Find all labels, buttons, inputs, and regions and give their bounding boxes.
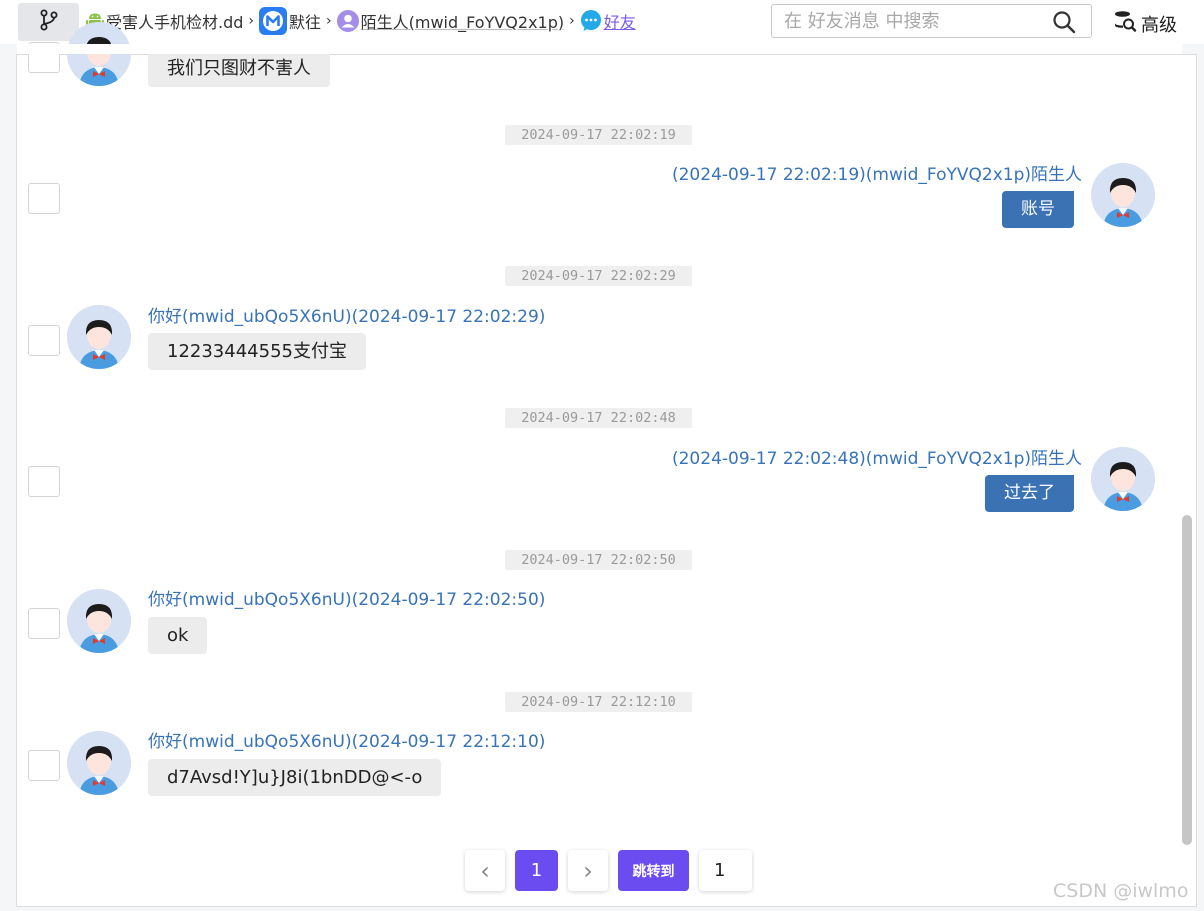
message-timestamp: 2024-09-17 22:02:19 bbox=[505, 125, 692, 145]
panel-top-mask bbox=[17, 44, 1182, 54]
breadcrumb-app[interactable]: 默往 bbox=[259, 7, 321, 35]
breadcrumb: 受害人手机检材.dd › 默往 › 陌生人(mwid_FoYVQ2x1p) › … bbox=[86, 6, 636, 36]
jump-to-page-button[interactable]: 跳转到 bbox=[618, 850, 689, 891]
search-input[interactable] bbox=[784, 9, 1044, 33]
chevron-right-icon: › bbox=[326, 13, 332, 29]
next-page-button[interactable]: › bbox=[568, 850, 608, 891]
advanced-label: 高级 bbox=[1141, 14, 1177, 36]
branch-button[interactable] bbox=[18, 3, 79, 41]
message-timestamp: 2024-09-17 22:02:29 bbox=[505, 266, 692, 286]
chevron-right-icon: › bbox=[569, 13, 575, 29]
message-bubble: 过去了 bbox=[985, 475, 1074, 512]
message-checkbox[interactable] bbox=[28, 466, 60, 497]
top-bar: 受害人手机检材.dd › 默往 › 陌生人(mwid_FoYVQ2x1p) › … bbox=[0, 0, 1204, 44]
chevron-right-icon: › bbox=[583, 856, 593, 885]
message-header: 你好(mwid_ubQo5X6nU)(2024-09-17 22:02:50) bbox=[148, 590, 546, 610]
avatar-icon bbox=[1091, 447, 1155, 511]
user-icon bbox=[336, 10, 359, 32]
avatar-icon bbox=[67, 731, 131, 795]
message-bubble: ok bbox=[148, 617, 208, 654]
breadcrumb-contact-label: 陌生人(mwid_FoYVQ2x1p) bbox=[360, 13, 565, 32]
search-box bbox=[771, 4, 1092, 38]
message-timestamp: 2024-09-17 22:12:10 bbox=[505, 692, 692, 712]
watermark: CSDN @iwlmo bbox=[1053, 880, 1189, 902]
chevron-right-icon: › bbox=[248, 13, 255, 29]
chevron-left-icon: ‹ bbox=[480, 856, 490, 885]
message-bubble: 12233444555支付宝 bbox=[148, 333, 366, 370]
avatar-icon bbox=[67, 22, 131, 86]
advanced-search-button[interactable]: 高级 bbox=[1113, 9, 1177, 38]
breadcrumb-friends[interactable]: 好友 bbox=[580, 9, 636, 33]
jump-page-input[interactable] bbox=[699, 850, 752, 891]
message-checkbox[interactable] bbox=[28, 608, 60, 639]
message-checkbox[interactable] bbox=[28, 750, 60, 781]
message-bubble: 我们只图财不害人 bbox=[148, 50, 330, 87]
message-header: 你好(mwid_ubQo5X6nU)(2024-09-17 22:02:29) bbox=[148, 307, 546, 327]
breadcrumb-app-label: 默往 bbox=[289, 13, 322, 32]
breadcrumb-friends-label: 好友 bbox=[603, 13, 636, 32]
message-header: (2024-09-17 22:02:48)(mwid_FoYVQ2x1p)陌生人 bbox=[671, 449, 1082, 469]
breadcrumb-contact[interactable]: 陌生人(mwid_FoYVQ2x1p) bbox=[336, 9, 565, 33]
search-icon[interactable] bbox=[1052, 10, 1076, 38]
avatar-icon bbox=[1091, 163, 1155, 227]
chat-bubble-icon bbox=[580, 10, 602, 32]
prev-page-button[interactable]: ‹ bbox=[465, 850, 505, 891]
momo-app-icon bbox=[259, 7, 288, 35]
avatar-icon bbox=[67, 589, 131, 653]
message-checkbox[interactable] bbox=[28, 183, 60, 214]
page-button-current[interactable]: 1 bbox=[515, 850, 558, 891]
scrollbar-thumb[interactable] bbox=[1182, 515, 1192, 845]
message-checkbox[interactable] bbox=[28, 325, 60, 356]
message-timestamp: 2024-09-17 22:02:48 bbox=[505, 408, 692, 428]
message-timestamp: 2024-09-17 22:02:50 bbox=[505, 550, 692, 570]
message-bubble: 账号 bbox=[1002, 191, 1074, 228]
message-header: (2024-09-17 22:02:19)(mwid_FoYVQ2x1p)陌生人 bbox=[671, 165, 1082, 185]
jump-page-field bbox=[699, 850, 752, 891]
message-bubble: d7Avsd!Y]u}J8i(1bnDD@<-o bbox=[148, 759, 442, 796]
database-search-icon bbox=[1113, 9, 1137, 38]
avatar-icon bbox=[67, 305, 131, 369]
breadcrumb-case-label: 受害人手机检材.dd bbox=[106, 13, 244, 32]
branch-icon bbox=[39, 9, 59, 35]
message-header: 你好(mwid_ubQo5X6nU)(2024-09-17 22:12:10) bbox=[148, 732, 546, 752]
